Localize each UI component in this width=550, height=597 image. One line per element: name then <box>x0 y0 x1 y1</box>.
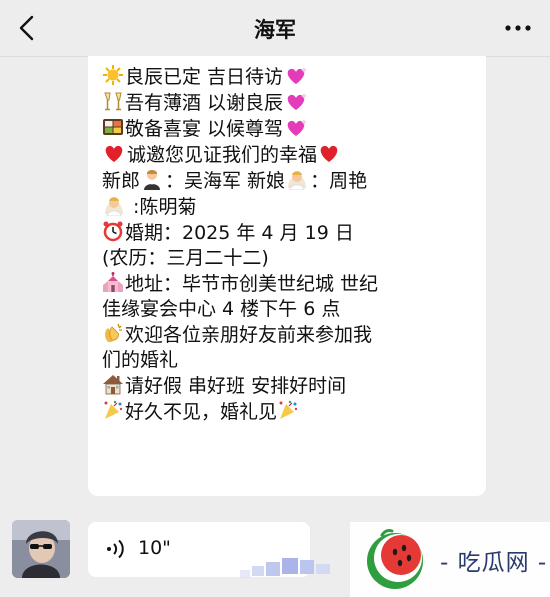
chat-title: 海军 <box>254 18 296 42</box>
blur-artifact <box>240 558 330 578</box>
watermark-text: - 吃瓜网 - <box>440 550 548 576</box>
watermelon-logo-icon <box>367 529 423 589</box>
message-line: 诚邀您见证我们的幸福 <box>102 142 478 168</box>
message-line: 良辰已定 吉日待访 <box>102 64 478 90</box>
bento-icon <box>102 116 124 138</box>
red-heart-icon <box>102 142 126 164</box>
bride-icon <box>102 194 126 216</box>
bride-icon <box>285 168 309 190</box>
sparkling-heart-icon <box>283 90 309 112</box>
confetti-ball-icon <box>102 399 124 421</box>
house-icon <box>102 373 124 395</box>
watermark: - 吃瓜网 - <box>350 522 550 597</box>
sparkling-heart-icon <box>283 64 309 86</box>
message-line: :陈明菊 <box>102 194 478 220</box>
message-line: 婚期：2025 年 4 月 19 日 <box>102 220 478 246</box>
message-line: 敬备喜宴 以候尊驾 <box>102 116 478 142</box>
wedding-chapel-icon <box>102 271 124 293</box>
message-line: 地址：毕节市创美世纪城 世纪 <box>102 271 478 297</box>
clapping-hands-icon <box>102 322 124 344</box>
message-line: 好久不见，婚礼见 <box>102 399 478 425</box>
message-line: 请好假 串好班 安排好时间 <box>102 373 478 399</box>
more-icon <box>505 25 531 31</box>
top-bar: 海军 <box>0 0 550 57</box>
red-heart-icon <box>317 142 341 164</box>
confetti-ball-icon <box>277 399 299 421</box>
message-line: 新郎 ：吴海军 新娘 ：周艳 <box>102 168 368 192</box>
message-text: 良辰已定 吉日待访 吾有薄酒 以谢良辰 敬备喜宴 以候尊驾 诚邀您见证我们的幸福… <box>102 64 478 425</box>
groom-icon <box>140 168 164 190</box>
message-bubble[interactable]: 良辰已定 吉日待访 吾有薄酒 以谢良辰 敬备喜宴 以候尊驾 诚邀您见证我们的幸福… <box>88 56 486 496</box>
voice-duration: 10" <box>138 537 171 559</box>
sparkling-heart-icon <box>283 116 309 138</box>
avatar[interactable] <box>12 520 70 578</box>
message-line: 吾有薄酒 以谢良辰 <box>102 90 478 116</box>
message-line: 欢迎各位亲朋好友前来参加我 <box>102 322 478 348</box>
message-line: (农历：三月二十二) <box>102 247 269 269</box>
voice-wave-icon <box>107 539 124 559</box>
more-button[interactable] <box>502 16 534 40</box>
alarm-clock-icon <box>102 220 124 242</box>
message-line: 们的婚礼 <box>102 349 179 371</box>
sun-icon <box>102 64 124 86</box>
message-line: 佳缘宴会中心 4 楼下午 6 点 <box>102 298 341 320</box>
champagne-icon <box>102 90 124 112</box>
